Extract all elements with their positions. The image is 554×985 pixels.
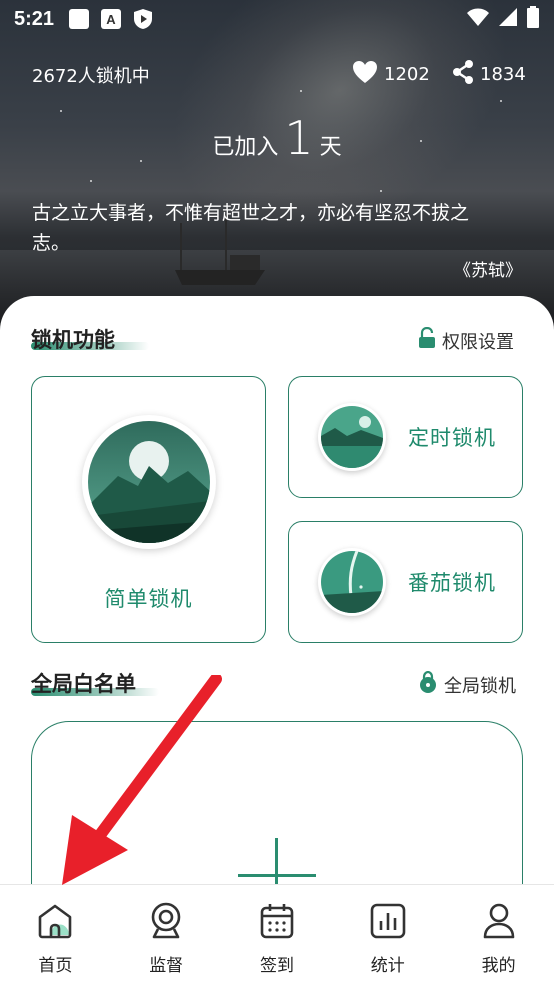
- joined-suffix: 天: [319, 135, 342, 160]
- likes-counter[interactable]: 1202: [352, 60, 430, 89]
- global-lock-label: 全局锁机: [444, 675, 516, 697]
- shares-count: 1834: [480, 64, 526, 85]
- status-bar: 5:21 A: [0, 0, 554, 38]
- joined-days-number: 1: [284, 111, 314, 165]
- share-icon: [452, 60, 474, 89]
- joined-days: 已加入 1 天: [0, 115, 554, 161]
- shield-play-icon: [132, 8, 154, 30]
- chart-icon: [366, 899, 410, 943]
- pomodoro-lock-card[interactable]: 番茄锁机: [288, 521, 523, 643]
- likes-count: 1202: [384, 64, 430, 85]
- webcam-icon: [144, 899, 188, 943]
- star: [60, 110, 62, 112]
- nav-checkin[interactable]: 签到: [222, 885, 333, 985]
- star: [300, 90, 302, 92]
- nav-supervise-label: 监督: [149, 956, 184, 976]
- status-time: 5:21: [14, 7, 55, 30]
- online-count: 2672人锁机中: [32, 66, 150, 87]
- timed-lock-card[interactable]: 定时锁机: [288, 376, 523, 498]
- a-badge-icon: A: [100, 8, 122, 30]
- star: [380, 190, 382, 192]
- joined-prefix: 已加入: [212, 135, 279, 160]
- section-title-whitelist: 全局白名单: [31, 672, 136, 696]
- battery-icon: [526, 6, 540, 32]
- section-title-lock: 锁机功能: [31, 328, 115, 352]
- user-icon: [477, 899, 521, 943]
- simple-lock-card[interactable]: 简单锁机: [31, 376, 266, 643]
- star: [500, 100, 502, 102]
- global-lock-button[interactable]: 全局锁机: [418, 670, 516, 698]
- nav-checkin-label: 签到: [259, 956, 294, 976]
- shares-counter[interactable]: 1834: [452, 60, 526, 89]
- nav-profile[interactable]: 我的: [443, 885, 554, 985]
- permission-settings-label: 权限设置: [442, 331, 514, 353]
- lock-icon: [418, 326, 436, 354]
- lake-illustration: [318, 403, 386, 471]
- nav-stats-label: 统计: [370, 956, 405, 976]
- heart-icon: [352, 60, 378, 89]
- nav-home-label: 首页: [38, 956, 73, 976]
- permission-settings-button[interactable]: 权限设置: [418, 326, 514, 354]
- daily-quote: 古之立大事者，不惟有超世之才，亦必有坚忍不拔之志。: [32, 202, 470, 254]
- lock-circle-icon: [418, 670, 438, 698]
- signal-icon: [498, 7, 518, 31]
- pomodoro-lock-label: 番茄锁机: [408, 571, 496, 595]
- quote-author: 《苏轼》: [454, 261, 522, 281]
- nav-home[interactable]: 首页: [0, 885, 111, 985]
- nav-stats[interactable]: 统计: [332, 885, 443, 985]
- mountain-moon-illustration: [82, 415, 216, 549]
- square-icon: [68, 8, 90, 30]
- svg-text:A: A: [106, 12, 116, 27]
- waterfall-illustration: [318, 548, 386, 616]
- calendar-icon: [255, 899, 299, 943]
- bottom-nav: 首页 监督 签到 统计 我的: [0, 884, 554, 985]
- home-icon: [33, 899, 77, 943]
- nav-supervise[interactable]: 监督: [111, 885, 222, 985]
- star: [90, 180, 92, 182]
- timed-lock-label: 定时锁机: [408, 426, 496, 450]
- status-right: [466, 6, 540, 32]
- nav-profile-label: 我的: [481, 956, 516, 976]
- simple-lock-label: 简单锁机: [104, 587, 193, 611]
- wifi-icon: [466, 7, 490, 31]
